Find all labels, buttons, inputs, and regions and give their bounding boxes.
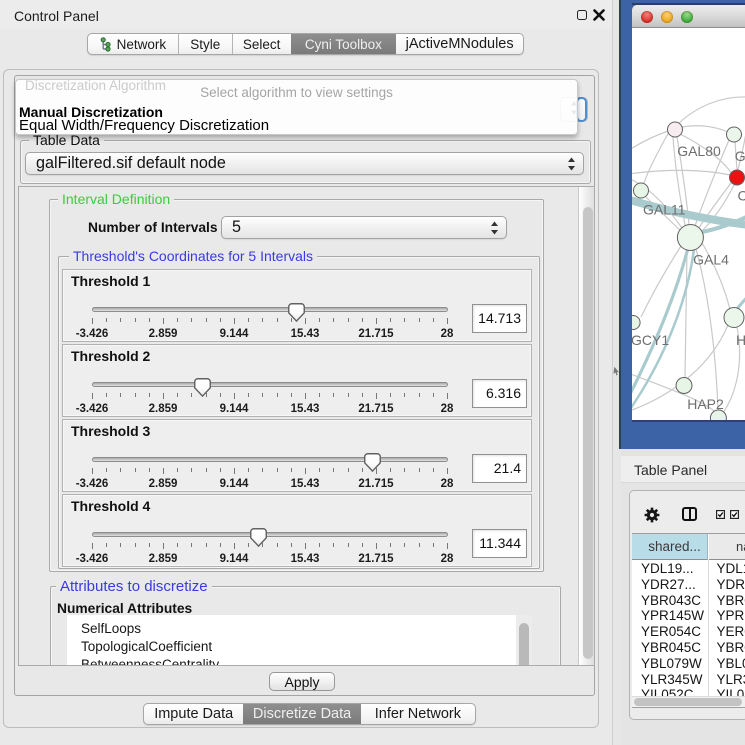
svg-text:GCY1: GCY1: [632, 332, 669, 348]
svg-text:GAL4: GAL4: [693, 251, 729, 267]
svg-text:GAL80: GAL80: [677, 143, 721, 159]
svg-text:GAL11: GAL11: [643, 202, 686, 218]
svg-text:GA: GA: [735, 148, 745, 164]
svg-text:HAP2: HAP2: [687, 396, 724, 412]
svg-text:H: H: [736, 332, 745, 348]
svg-text:C: C: [738, 187, 745, 203]
